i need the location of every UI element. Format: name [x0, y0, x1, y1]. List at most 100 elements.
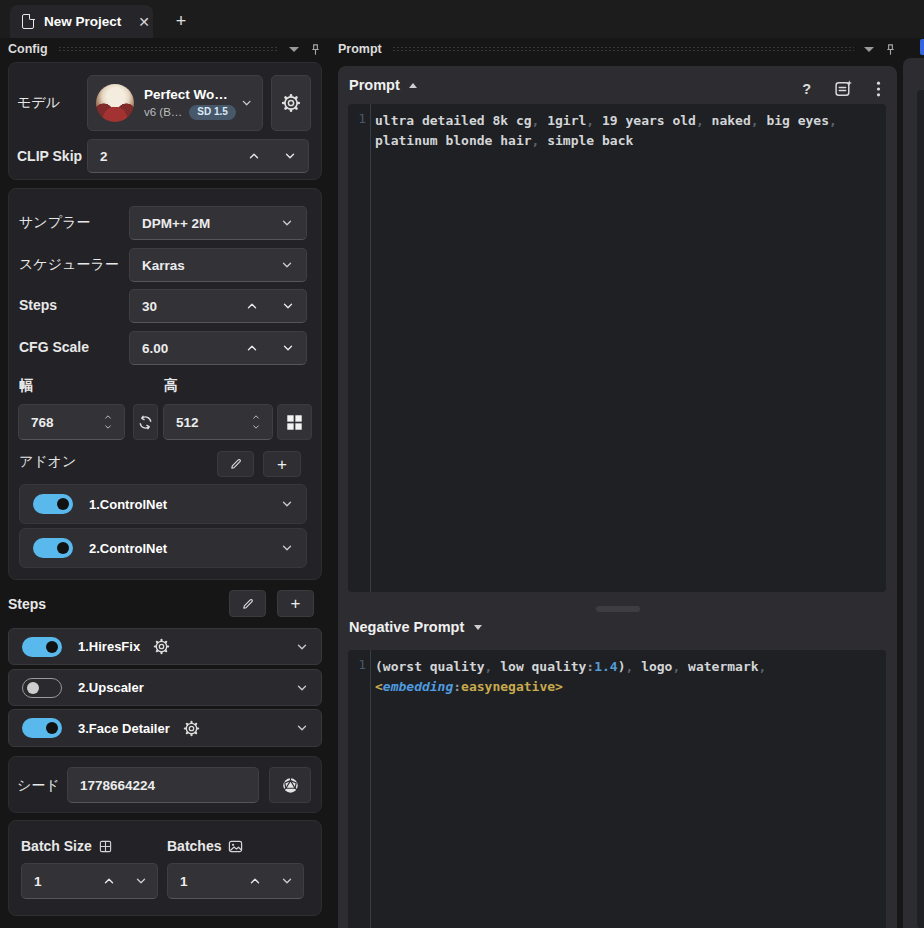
seed-value: 1778664224	[68, 778, 258, 793]
decrement-button[interactable]	[270, 290, 306, 322]
chevron-down-icon	[251, 423, 261, 431]
model-label: モデル	[17, 94, 60, 112]
dock-collapse-icon[interactable]	[864, 47, 874, 52]
clip-skip-numberbox[interactable]: 2	[87, 139, 309, 173]
aspect-ratio-button[interactable]	[277, 404, 312, 440]
increment-button[interactable]	[234, 290, 270, 322]
negative-prompt-editor[interactable]: 1 (worst quality, low quality:1.4), logo…	[348, 650, 886, 928]
decrement-button[interactable]	[272, 140, 308, 172]
scheduler-label: スケジューラー	[19, 256, 119, 274]
new-tab-button[interactable]: +	[164, 5, 198, 38]
step-label: 3.Face Detailer	[78, 721, 170, 736]
sampler-value: DPM++ 2M	[130, 216, 281, 231]
chevron-up-icon	[251, 413, 261, 421]
pin-icon[interactable]	[884, 43, 897, 56]
dice-icon	[282, 777, 299, 794]
batch-size-value: 1	[22, 874, 93, 889]
collapse-up-icon	[409, 83, 417, 88]
prompt-section-header[interactable]: Prompt	[349, 77, 417, 93]
chevron-down-icon[interactable]	[296, 641, 308, 653]
toggle-switch[interactable]	[33, 494, 73, 514]
steps-value: 30	[130, 299, 234, 314]
dock-leader	[58, 46, 279, 52]
tab-title: New Project	[44, 14, 121, 29]
add-addon-button[interactable]: +	[263, 451, 301, 477]
increment-button[interactable]	[93, 864, 125, 898]
batch-size-numberbox[interactable]: 1	[21, 863, 158, 899]
sampler-card: サンプラー DPM++ 2M スケジューラー Karras Steps 30 C…	[8, 188, 322, 580]
batch-size-label: Batch Size	[21, 838, 112, 854]
spinner-buttons[interactable]	[103, 413, 113, 431]
width-numberbox[interactable]: 768	[18, 404, 125, 440]
scheduler-select[interactable]: Karras	[129, 248, 307, 282]
negative-prompt-text[interactable]: (worst quality, low quality:1.4), logo, …	[375, 657, 874, 696]
image-icon	[228, 839, 243, 854]
help-button[interactable]: ?	[802, 81, 811, 97]
steps-label: Steps	[19, 297, 57, 313]
decrement-button[interactable]	[125, 864, 157, 898]
gear-icon[interactable]	[153, 638, 170, 655]
negative-prompt-header[interactable]: Negative Prompt	[349, 619, 482, 635]
swap-icon	[138, 415, 153, 430]
height-numberbox[interactable]: 512	[163, 404, 273, 440]
steps-numberbox[interactable]: 30	[129, 289, 307, 323]
prompt-dock-header: Prompt	[338, 41, 897, 57]
chevron-down-icon	[281, 259, 293, 271]
gear-icon[interactable]	[183, 720, 200, 737]
edge-accent	[920, 39, 924, 55]
increment-button[interactable]	[239, 864, 271, 898]
pin-icon[interactable]	[309, 43, 322, 56]
add-step-button[interactable]: +	[277, 590, 314, 617]
seed-input[interactable]: 1778664224	[67, 767, 259, 803]
cfg-scale-numberbox[interactable]: 6.00	[129, 331, 307, 365]
adjacent-panel-content	[917, 90, 924, 928]
steps-section-label: Steps	[8, 596, 46, 612]
batches-numberbox[interactable]: 1	[167, 863, 304, 899]
width-label: 幅	[19, 377, 33, 395]
import-prompt-icon[interactable]	[834, 79, 853, 98]
prompt-editor[interactable]: 1 ultra detailed 8k cg, 1girl, 19 years …	[348, 104, 886, 592]
spinner-buttons[interactable]	[251, 413, 261, 431]
randomize-seed-button[interactable]	[269, 767, 311, 803]
toggle-switch[interactable]	[22, 678, 62, 698]
increment-button[interactable]	[236, 140, 272, 172]
edit-steps-button[interactable]	[229, 590, 266, 617]
decrement-button[interactable]	[271, 864, 303, 898]
chevron-down-icon[interactable]	[296, 682, 308, 694]
addon-controlnet-2[interactable]: 2.ControlNet	[19, 528, 307, 568]
chevron-down-icon[interactable]	[296, 722, 308, 734]
model-select[interactable]: Perfect Wo… v6 (B… SD 1.5	[87, 75, 263, 131]
prompt-dock-title: Prompt	[338, 42, 382, 56]
batches-value: 1	[168, 874, 239, 889]
increment-button[interactable]	[234, 332, 270, 364]
addon-controlnet-1[interactable]: 1.ControlNet	[19, 484, 307, 524]
model-settings-button[interactable]	[271, 75, 311, 131]
splitter-handle[interactable]	[596, 606, 640, 612]
chevron-down-icon[interactable]	[281, 542, 293, 554]
pencil-icon	[241, 597, 255, 611]
tab-new-project[interactable]: New Project ✕	[10, 5, 153, 38]
addons-label: アドオン	[19, 453, 76, 471]
dock-collapse-icon[interactable]	[289, 47, 299, 52]
toggle-switch[interactable]	[22, 637, 62, 657]
chevron-down-icon[interactable]	[281, 498, 293, 510]
toggle-switch[interactable]	[33, 538, 73, 558]
toggle-switch[interactable]	[22, 718, 62, 738]
edit-addons-button[interactable]	[217, 451, 254, 477]
step-hiresfix[interactable]: 1.HiresFix	[8, 628, 322, 665]
pencil-icon	[229, 457, 243, 471]
model-name: Perfect Wo…	[144, 87, 231, 102]
model-badge: SD 1.5	[189, 105, 236, 120]
step-face-detailer[interactable]: 3.Face Detailer	[8, 709, 322, 747]
width-value: 768	[19, 415, 103, 430]
swap-dimensions-button[interactable]	[133, 404, 158, 440]
batch-card: Batch Size Batches 1 1	[8, 820, 322, 916]
decrement-button[interactable]	[270, 332, 306, 364]
tab-bar: New Project ✕ +	[0, 0, 924, 38]
prompt-text[interactable]: ultra detailed 8k cg, 1girl, 19 years ol…	[375, 111, 874, 150]
sampler-select[interactable]: DPM++ 2M	[129, 206, 307, 240]
config-dock-title: Config	[8, 42, 48, 56]
step-upscaler[interactable]: 2.Upscaler	[8, 669, 322, 706]
more-options-icon[interactable]	[876, 81, 881, 97]
tab-close-icon[interactable]: ✕	[138, 15, 150, 29]
